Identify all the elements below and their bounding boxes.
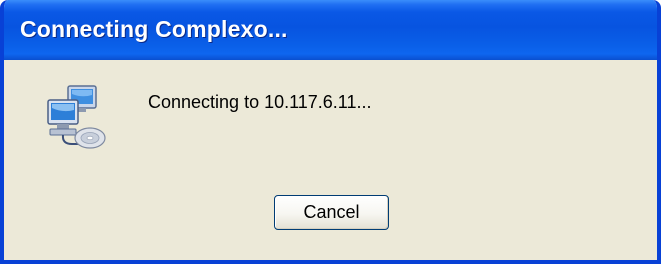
connecting-dialog-window: Connecting Complexo... Connecting to 10.… bbox=[0, 0, 661, 264]
title-bar[interactable]: Connecting Complexo... bbox=[4, 0, 657, 60]
connection-status-message: Connecting to 10.117.6.11... bbox=[148, 92, 372, 112]
network-connection-icon bbox=[38, 82, 110, 154]
dialog-body: Connecting to 10.117.6.11... Cancel bbox=[4, 60, 657, 260]
window-title: Connecting Complexo... bbox=[20, 16, 288, 42]
cancel-button[interactable]: Cancel bbox=[274, 195, 389, 230]
